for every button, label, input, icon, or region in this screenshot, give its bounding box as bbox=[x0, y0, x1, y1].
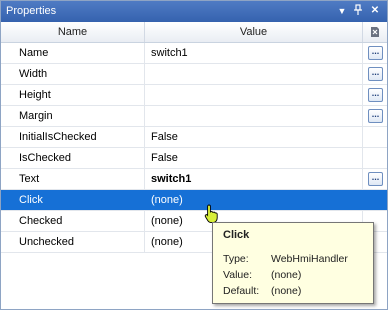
hand-cursor-icon bbox=[204, 204, 218, 224]
tooltip-value: WebHmiHandler bbox=[271, 253, 348, 265]
tooltip-line-value: Value: (none) bbox=[223, 267, 363, 283]
column-header-name[interactable]: Name bbox=[1, 22, 145, 42]
ellipsis-button[interactable]: ... bbox=[368, 172, 383, 186]
property-row-initialischecked[interactable]: InitialIsChecked False bbox=[1, 127, 387, 148]
grid-header: Name Value bbox=[1, 22, 387, 43]
property-value[interactable]: (none) bbox=[145, 190, 363, 210]
property-name: Checked bbox=[1, 211, 145, 231]
tooltip-key: Type: bbox=[223, 253, 249, 265]
property-value[interactable]: False bbox=[145, 127, 363, 147]
ellipsis-button[interactable]: ... bbox=[368, 67, 383, 81]
ellipsis-button[interactable]: ... bbox=[368, 88, 383, 102]
property-name: Unchecked bbox=[1, 232, 145, 252]
tooltip-key: Default: bbox=[223, 285, 260, 297]
tooltip-title: Click bbox=[223, 229, 250, 241]
property-value[interactable]: switch1 bbox=[145, 43, 363, 63]
property-value[interactable] bbox=[145, 85, 363, 105]
properties-titlebar: Properties ▼ ✕ bbox=[1, 1, 387, 22]
tooltip-line-type: Type: WebHmiHandler bbox=[223, 251, 363, 267]
ellipsis-button[interactable]: ... bbox=[368, 46, 383, 60]
property-name: Name bbox=[1, 43, 145, 63]
property-row-text[interactable]: Text switch1 ... bbox=[1, 169, 387, 190]
property-row-ischecked[interactable]: IsChecked False bbox=[1, 148, 387, 169]
column-header-value[interactable]: Value bbox=[145, 22, 363, 42]
property-name: Height bbox=[1, 85, 145, 105]
close-icon[interactable]: ✕ bbox=[368, 4, 382, 18]
property-name: Width bbox=[1, 64, 145, 84]
property-value[interactable] bbox=[145, 106, 363, 126]
properties-panel: Properties ▼ ✕ Name Value Name switch1 .… bbox=[0, 0, 388, 310]
property-value[interactable] bbox=[145, 64, 363, 84]
property-row-click[interactable]: Click (none) bbox=[1, 190, 387, 211]
property-name: Click bbox=[1, 190, 145, 210]
pin-icon[interactable] bbox=[351, 4, 365, 18]
property-row-margin[interactable]: Margin ... bbox=[1, 106, 387, 127]
panel-title: Properties bbox=[6, 5, 57, 17]
property-name: Text bbox=[1, 169, 145, 189]
tooltip-value: (none) bbox=[271, 269, 302, 281]
property-tooltip: Click Type: WebHmiHandler Value: (none) … bbox=[212, 222, 374, 304]
property-name: InitialIsChecked bbox=[1, 127, 145, 147]
tooltip-key: Value: bbox=[223, 269, 252, 281]
property-row-name[interactable]: Name switch1 ... bbox=[1, 43, 387, 64]
property-value[interactable]: switch1 bbox=[145, 169, 363, 189]
dropdown-arrow-icon[interactable]: ▼ bbox=[335, 4, 349, 18]
property-name: IsChecked bbox=[1, 148, 145, 168]
property-row-height[interactable]: Height ... bbox=[1, 85, 387, 106]
tooltip-line-default: Default: (none) bbox=[223, 283, 363, 299]
property-value[interactable]: False bbox=[145, 148, 363, 168]
tooltip-value: (none) bbox=[271, 285, 302, 297]
property-pages-icon[interactable] bbox=[363, 22, 387, 42]
ellipsis-button[interactable]: ... bbox=[368, 109, 383, 123]
property-name: Margin bbox=[1, 106, 145, 126]
property-row-width[interactable]: Width ... bbox=[1, 64, 387, 85]
